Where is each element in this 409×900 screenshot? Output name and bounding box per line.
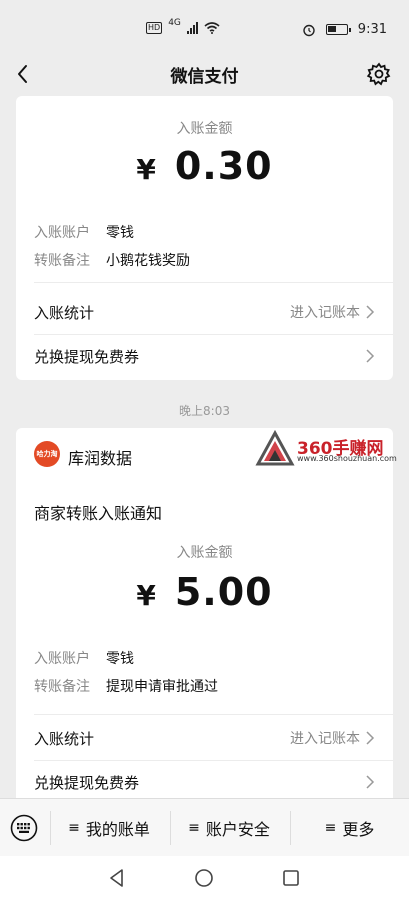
account-value: 零钱 <box>106 225 134 241</box>
merchant-name[interactable]: 库润数据 <box>68 445 132 469</box>
chevron-right-icon <box>366 775 375 789</box>
coupon-label: 兑换提现免费券 <box>34 347 140 366</box>
battery-icon <box>325 24 351 35</box>
transfer-card-2[interactable]: 哈力淘 库润数据 360手赚网 www.360shouzhuan.com 商家转… <box>16 428 397 798</box>
merchant-logo: 哈力淘 <box>34 441 60 467</box>
chevron-right-icon <box>366 731 375 745</box>
bottom-menu-bar: ≡ 我的账单 ≡ 账户安全 ≡ 更多 <box>0 798 409 856</box>
amount-value: ¥5.00 <box>16 570 393 614</box>
stats-hint: 进入记账本 <box>290 305 360 321</box>
account-key: 入账账户 <box>34 225 90 241</box>
stats-label: 入账统计 <box>34 729 95 748</box>
chevron-right-icon <box>366 349 375 363</box>
menu-my-bills[interactable]: ≡ 我的账单 <box>50 799 168 857</box>
amount-number: 0.30 <box>174 144 273 188</box>
account-value: 零钱 <box>106 651 134 667</box>
stats-label: 入账统计 <box>34 303 95 322</box>
keyboard-icon[interactable] <box>10 814 38 842</box>
menu-icon: ≡ <box>68 820 80 836</box>
watermark-logo-icon <box>255 430 295 466</box>
amount-value: ¥0.30 <box>16 144 393 188</box>
currency-symbol: ¥ <box>136 153 157 186</box>
menu-label: 账户安全 <box>205 820 270 839</box>
divider <box>34 714 393 715</box>
signal-icon <box>186 22 198 34</box>
status-bar: HD 4G 9:31 <box>0 0 409 48</box>
watermark: 360手赚网 www.360shouzhuan.com <box>255 428 397 468</box>
nav-bar: 微信支付 <box>0 48 409 100</box>
gear-icon[interactable] <box>365 60 393 88</box>
watermark-url: www.360shouzhuan.com <box>297 454 397 463</box>
account-row: 入账账户 零钱 <box>34 222 134 242</box>
menu-icon: ≡ <box>188 820 200 836</box>
chevron-right-icon <box>366 305 375 319</box>
account-row: 入账账户 零钱 <box>34 648 134 668</box>
amount-number: 5.00 <box>174 570 273 614</box>
divider <box>34 282 393 283</box>
transfer-card-1[interactable]: 入账金额 ¥0.30 入账账户 零钱 转账备注 小鹅花钱奖励 入账统计 进入记账… <box>16 96 393 380</box>
note-key: 转账备注 <box>34 679 90 695</box>
stats-hint: 进入记账本 <box>290 731 360 747</box>
notice-title: 商家转账入账通知 <box>34 504 163 523</box>
stats-row[interactable]: 入账统计 进入记账本 <box>34 716 375 760</box>
menu-more[interactable]: ≡ 更多 <box>290 799 409 857</box>
note-key: 转账备注 <box>34 253 90 269</box>
amount-label: 入账金额 <box>176 121 233 137</box>
coupon-label: 兑换提现免费券 <box>34 773 140 792</box>
amount-label: 入账金额 <box>176 545 233 561</box>
account-key: 入账账户 <box>34 651 90 667</box>
note-row: 转账备注 提现申请审批通过 <box>34 676 218 696</box>
note-value: 小鹅花钱奖励 <box>106 253 190 269</box>
menu-account-security[interactable]: ≡ 账户安全 <box>170 799 288 857</box>
system-nav-bar <box>0 856 409 900</box>
recents-square-icon[interactable] <box>281 868 301 888</box>
wifi-icon <box>204 22 220 34</box>
menu-label: 更多 <box>342 820 375 839</box>
page-title: 微信支付 <box>170 67 239 87</box>
menu-label: 我的账单 <box>85 820 150 839</box>
message-timestamp: 晚上8:03 <box>179 404 230 418</box>
stats-row[interactable]: 入账统计 进入记账本 <box>34 290 375 334</box>
network-type: 4G <box>168 18 181 28</box>
back-triangle-icon[interactable] <box>107 868 127 888</box>
menu-icon: ≡ <box>324 820 337 836</box>
currency-symbol: ¥ <box>136 579 157 612</box>
note-value: 提现申请审批通过 <box>106 679 218 695</box>
note-row: 转账备注 小鹅花钱奖励 <box>34 250 190 270</box>
hd-icon: HD <box>146 22 163 34</box>
clock: 9:31 <box>357 22 387 37</box>
alarm-icon <box>303 24 315 36</box>
coupon-row[interactable]: 兑换提现免费券 <box>34 334 375 378</box>
home-circle-icon[interactable] <box>194 868 214 888</box>
